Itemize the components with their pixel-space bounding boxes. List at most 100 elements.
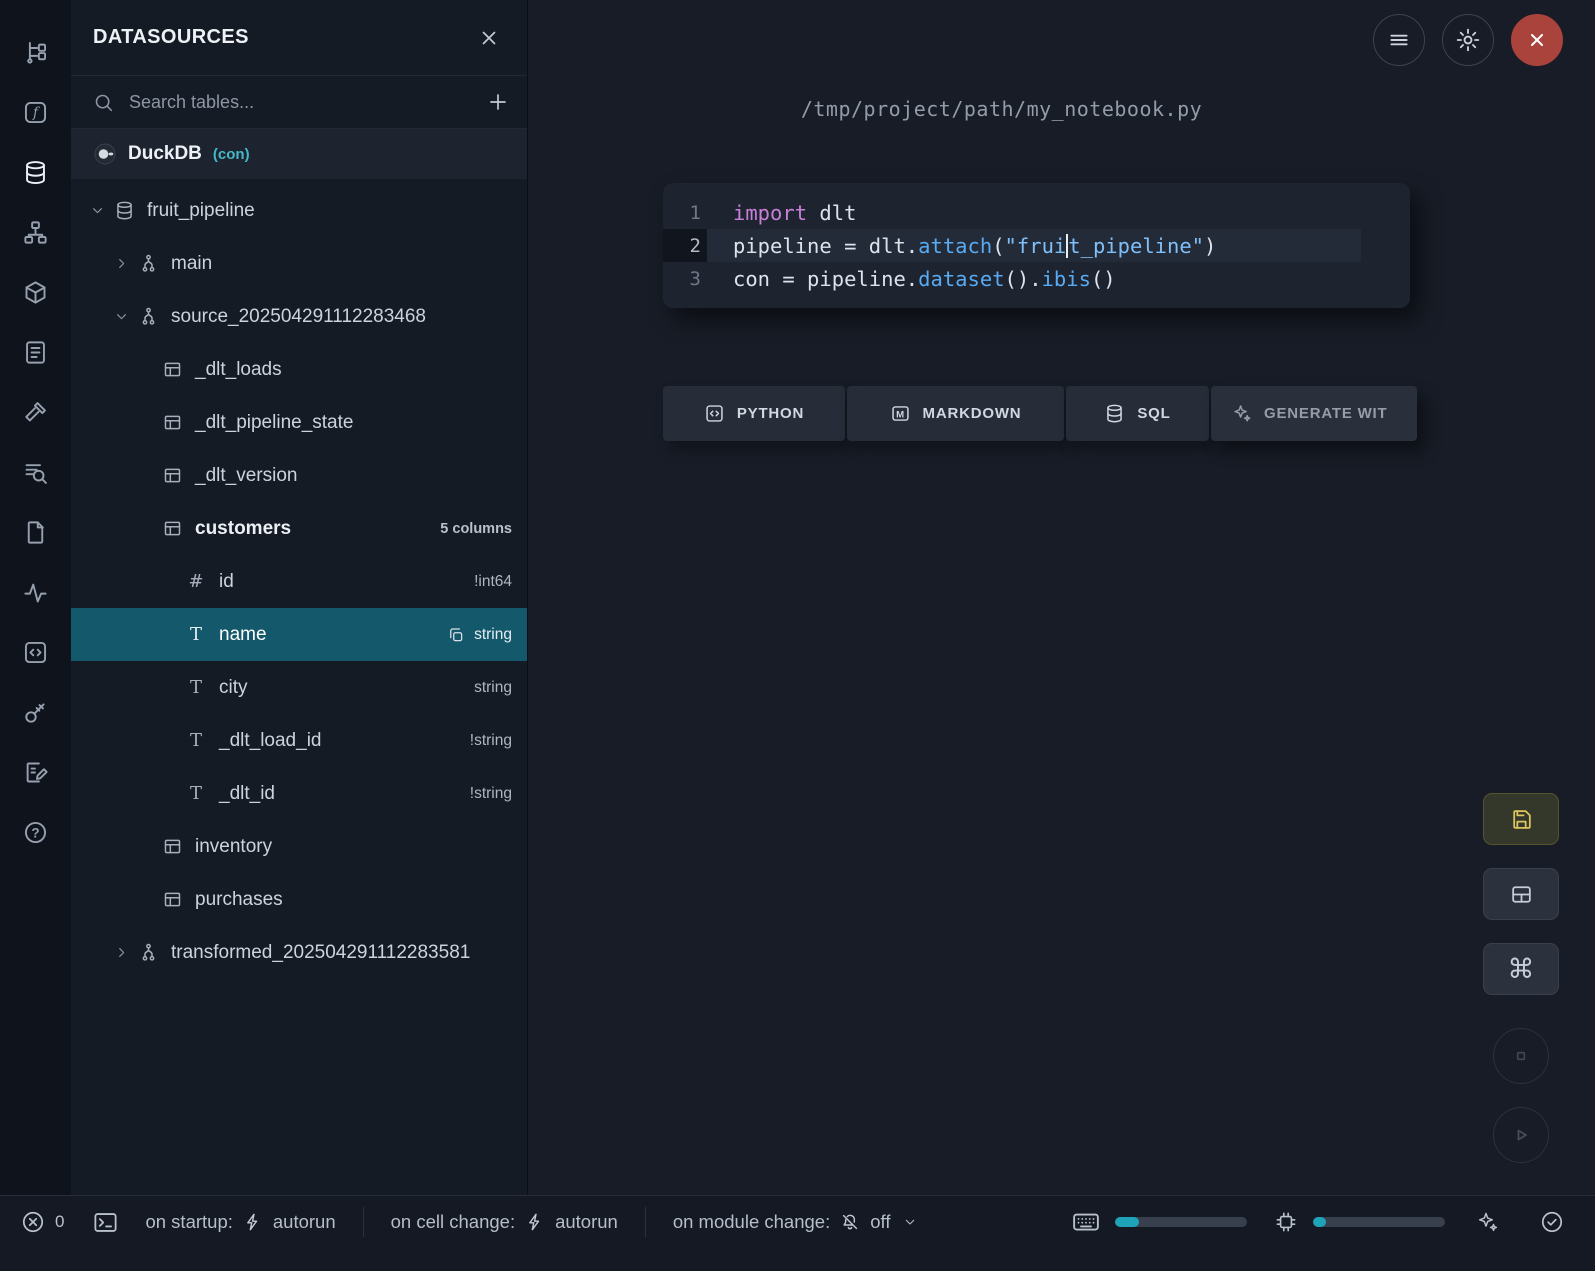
code-line-1[interactable]: 1import dlt	[663, 196, 1410, 229]
tree-item-_dlt_loads[interactable]: _dlt_loads	[71, 343, 527, 396]
code-line-3[interactable]: 3con = pipeline.dataset().ibis()	[663, 262, 1410, 295]
keyboard-icon	[1071, 1207, 1101, 1237]
documentation-icon[interactable]	[13, 322, 59, 382]
line-number: 1	[663, 196, 707, 229]
code-text: pipeline = dlt.attach("fruit_pipeline")	[707, 229, 1361, 262]
play-icon	[1509, 1123, 1533, 1147]
menu-button[interactable]	[1373, 14, 1425, 66]
tracing-icon[interactable]	[13, 562, 59, 622]
code-text: import dlt	[707, 196, 1361, 229]
error-count[interactable]: 0	[20, 1209, 64, 1235]
dependency-graph-icon[interactable]	[13, 202, 59, 262]
tree-item-inventory[interactable]: inventory	[71, 820, 527, 873]
logs-icon[interactable]	[13, 442, 59, 502]
setting-value: autorun	[555, 1211, 618, 1233]
tree-item-label: id	[219, 571, 234, 593]
notebook-actions: ⌘	[1483, 793, 1559, 1163]
tree-item-main[interactable]: main	[71, 237, 527, 290]
add-cell-label: PYTHON	[737, 405, 804, 422]
tree-item-label: city	[219, 677, 248, 699]
setting-value: off	[870, 1211, 890, 1233]
code-cell[interactable]: 1import dlt2pipeline = dlt.attach("fruit…	[663, 183, 1410, 308]
tree-item-fruit_pipeline[interactable]: fruit_pipeline	[71, 184, 527, 237]
notebook-filepath: /tmp/project/path/my_notebook.py	[528, 97, 1475, 121]
search-tables-input[interactable]	[114, 92, 469, 113]
tree-item-_dlt_version[interactable]: _dlt_version	[71, 449, 527, 502]
tree-item-label: inventory	[195, 836, 272, 858]
files-icon[interactable]	[13, 502, 59, 562]
sparkle-icon	[1231, 403, 1252, 424]
connection-engine: DuckDB	[128, 143, 202, 165]
connection-header[interactable]: DuckDB (con)	[71, 129, 527, 179]
run-button[interactable]	[1493, 1107, 1549, 1163]
copy-icon[interactable]	[447, 626, 465, 644]
tree-item-customers[interactable]: customers5 columns	[71, 502, 527, 555]
tree-item-source_202504291112283468[interactable]: source_202504291112283468	[71, 290, 527, 343]
table-icon	[157, 836, 187, 857]
outline-tree-icon[interactable]	[13, 22, 59, 82]
status-setting-on-startup[interactable]: on startup:autorun	[135, 1207, 362, 1237]
tree-item-_dlt_load_id[interactable]: T_dlt_load_id!string	[71, 714, 527, 767]
chevron-spacer	[157, 676, 181, 700]
secrets-icon[interactable]	[13, 682, 59, 742]
code-line-2[interactable]: 2pipeline = dlt.attach("fruit_pipeline")	[663, 229, 1410, 262]
status-setting-on-cell-change[interactable]: on cell change:autorun	[363, 1207, 645, 1237]
tree-item-label: _dlt_loads	[195, 359, 282, 381]
ai-assist-button[interactable]	[1475, 1210, 1499, 1234]
panel-title: DATASOURCES	[93, 26, 249, 49]
chevron-down-icon[interactable]	[109, 305, 133, 329]
shutdown-button[interactable]	[1511, 14, 1563, 66]
database-icon	[1104, 403, 1125, 424]
add-cell-label: MARKDOWN	[923, 405, 1022, 422]
keyboard-shortcuts-button[interactable]: ⌘	[1483, 943, 1559, 995]
packages-icon[interactable]	[13, 262, 59, 322]
add-connection-button[interactable]	[469, 76, 527, 128]
tree-item-transformed_202504291112283581[interactable]: transformed_202504291112283581	[71, 926, 527, 979]
close-panel-button[interactable]	[469, 18, 509, 58]
snippets-icon[interactable]	[13, 622, 59, 682]
chevron-down-icon[interactable]	[85, 199, 109, 223]
datasources-panel: DATASOURCES DuckDB (con)	[71, 0, 528, 1195]
add-cell-bar: PYTHON MMARKDOWNSQLGENERATE WIT	[663, 386, 1417, 441]
connection-alias: (con)	[213, 146, 250, 163]
text-type-icon: T	[181, 732, 211, 750]
database-icon	[109, 200, 139, 221]
tree-item-name[interactable]: Tnamestring	[71, 608, 527, 661]
tree-item-purchases[interactable]: purchases	[71, 873, 527, 926]
terminal-button[interactable]	[92, 1209, 119, 1236]
tree-item-label: _dlt_pipeline_state	[195, 412, 353, 434]
code-cell-icon	[704, 403, 725, 424]
save-button[interactable]	[1483, 793, 1559, 845]
schema-icon	[133, 942, 163, 963]
tree-item-city[interactable]: Tcitystring	[71, 661, 527, 714]
status-setting-on-module-change[interactable]: on module change:off	[645, 1207, 946, 1237]
tree-item-_dlt_id[interactable]: T_dlt_id!string	[71, 767, 527, 820]
tree-item-label: _dlt_version	[195, 465, 297, 487]
tree-item-_dlt_pipeline_state[interactable]: _dlt_pipeline_state	[71, 396, 527, 449]
add-cell-sql-button[interactable]: SQL	[1066, 386, 1209, 441]
add-cell-python-button[interactable]: PYTHON	[663, 386, 845, 441]
help-icon[interactable]: ?	[13, 802, 59, 862]
scratchpad-icon[interactable]	[13, 742, 59, 802]
cpu-slider[interactable]	[1313, 1217, 1445, 1227]
layout-icon	[1509, 882, 1534, 907]
function-icon[interactable]: f	[13, 82, 59, 142]
chevron-spacer	[133, 358, 157, 382]
datasources-icon[interactable]	[13, 142, 59, 202]
error-count-value: 0	[55, 1212, 64, 1232]
chevron-right-icon[interactable]	[109, 252, 133, 276]
add-cell-markdown-button[interactable]: MMARKDOWN	[847, 386, 1064, 441]
settings-button[interactable]	[1442, 14, 1494, 66]
tree-item-id[interactable]: #id!int64	[71, 555, 527, 608]
table-icon	[157, 889, 187, 910]
interrupt-button[interactable]	[1493, 1028, 1549, 1084]
tools-icon[interactable]	[13, 382, 59, 442]
keyboard-delay-slider[interactable]	[1115, 1217, 1247, 1227]
chevron-spacer	[133, 888, 157, 912]
tree-item-meta: !string	[470, 732, 512, 750]
layout-button[interactable]	[1483, 868, 1559, 920]
add-cell-generate-wit-button[interactable]: GENERATE WIT	[1211, 386, 1417, 441]
int-type-icon: #	[181, 573, 211, 591]
chevron-right-icon[interactable]	[109, 941, 133, 965]
datasource-tree: fruit_pipelinemainsource_202504291112283…	[71, 179, 527, 1195]
